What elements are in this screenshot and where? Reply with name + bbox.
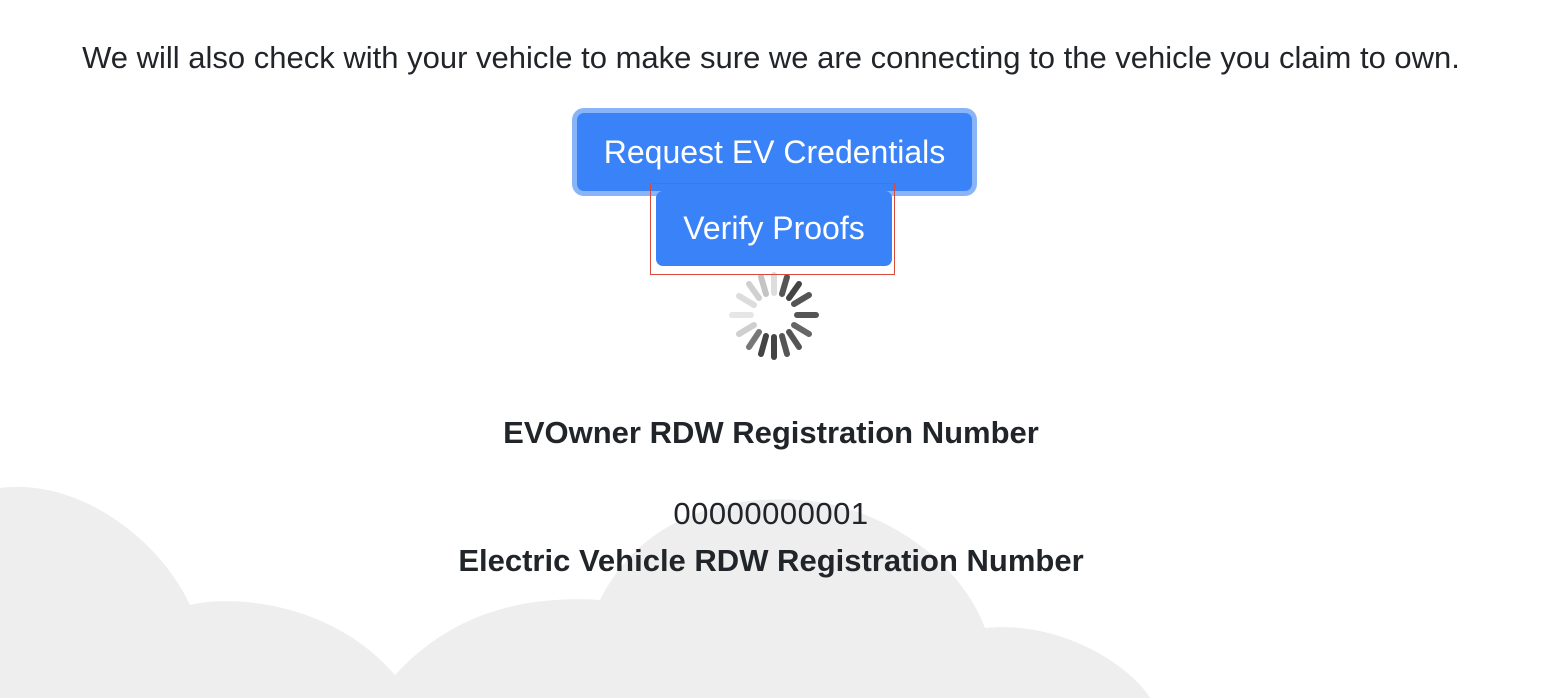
vehicle-registration-label: Electric Vehicle RDW Registration Number: [458, 543, 1084, 578]
request-ev-credentials-button[interactable]: Request EV Credentials: [577, 113, 972, 191]
verify-proofs-button[interactable]: Verify Proofs: [656, 191, 892, 266]
loading-spinner-icon: [729, 272, 819, 360]
page: We will also check with your vehicle to …: [0, 0, 1542, 698]
intro-text: We will also check with your vehicle to …: [82, 40, 1460, 75]
owner-registration-label: EVOwner RDW Registration Number: [503, 415, 1039, 450]
owner-registration-value: 00000000001: [673, 496, 869, 531]
